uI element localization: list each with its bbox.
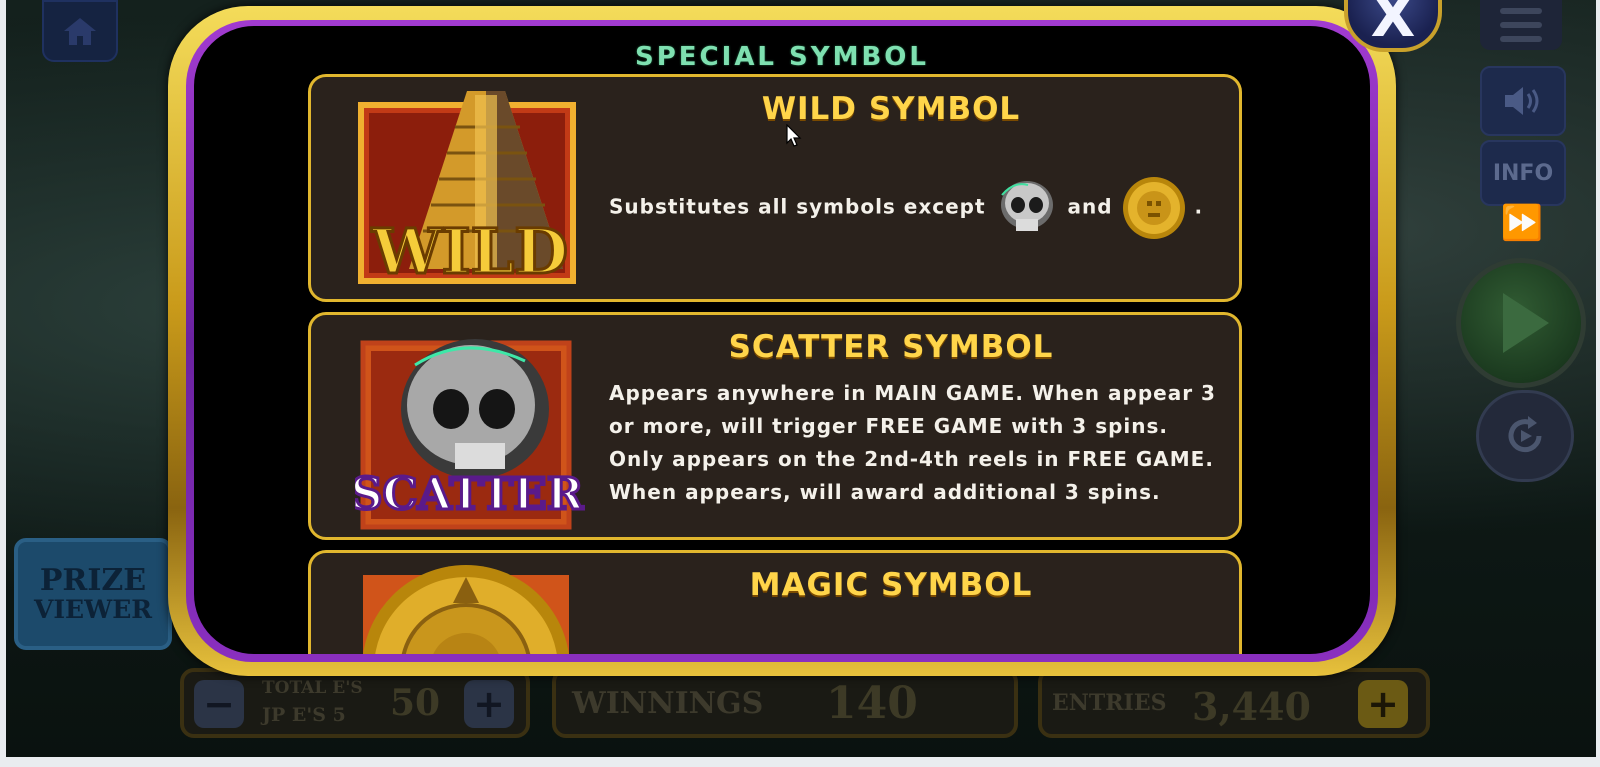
modal-content[interactable]: SPECIAL SYMBOL WILD WILD SYMBOL Substitu… (194, 26, 1370, 654)
wild-text-end: . (1194, 194, 1204, 219)
entries-panel: ENTRIES 3,440 + (1038, 668, 1430, 738)
scatter-line-3: Only appears on the 2nd-4th reels in FRE… (609, 447, 1214, 471)
scatter-symbol-description: Appears anywhere in MAIN GAME. When appe… (609, 377, 1216, 509)
modal-border: SPECIAL SYMBOL WILD WILD SYMBOL Substitu… (186, 20, 1378, 662)
autoplay-button[interactable] (1476, 390, 1574, 482)
spin-play-button[interactable] (1456, 258, 1586, 388)
entries-value: 3,440 (1192, 684, 1311, 729)
menu-button[interactable] (1480, 0, 1562, 50)
winnings-label: WINNINGS (572, 686, 764, 721)
wild-text-before: Substitutes all symbols except (609, 194, 986, 219)
bottom-bar: − TOTAL E'S JP E'S 5 50 + WINNINGS 140 E… (180, 668, 1430, 744)
total-bet-panel: − TOTAL E'S JP E'S 5 50 + (180, 668, 530, 738)
winnings-panel: WINNINGS 140 (552, 668, 1018, 738)
prize-viewer-button[interactable]: PRIZE VIEWER (14, 538, 172, 650)
scatter-line-2: or more, will trigger FREE GAME with 3 s… (609, 414, 1169, 438)
screen-edge-bottom (0, 757, 1600, 767)
wild-symbol-card: WILD WILD SYMBOL Substitutes all symbols… (308, 74, 1242, 302)
cursor-icon (786, 124, 802, 147)
special-symbol-modal: SPECIAL SYMBOL WILD WILD SYMBOL Substitu… (168, 6, 1396, 676)
magic-symbol-card: MAGIC SYMBOL (308, 550, 1242, 654)
gold-coin-icon (1122, 177, 1185, 239)
info-button[interactable]: INFO (1480, 140, 1566, 206)
menu-icon (1500, 8, 1542, 14)
menu-icon-bar (1500, 36, 1542, 42)
total-label: TOTAL E'S (262, 678, 363, 698)
home-icon (64, 18, 96, 45)
home-button[interactable] (42, 0, 118, 62)
winnings-value: 140 (826, 678, 918, 729)
scatter-line-4: When appears, will award additional 3 sp… (609, 480, 1161, 504)
entries-label: ENTRIES (1052, 690, 1167, 716)
scatter-symbol-word: SCATTER (355, 469, 584, 520)
total-value: 50 (390, 682, 441, 724)
magic-coin-icon (363, 565, 569, 654)
wild-symbol-word: WILD (371, 215, 568, 287)
decrease-bet-button[interactable]: − (194, 680, 244, 728)
modal-heading: SPECIAL SYMBOL (635, 42, 929, 72)
increase-bet-button[interactable]: + (464, 680, 514, 728)
close-icon: X (1370, 0, 1416, 50)
menu-icon-bar (1500, 22, 1542, 28)
screen-edge-left (0, 0, 6, 767)
play-icon (1503, 293, 1549, 353)
magic-symbol-title: MAGIC SYMBOL (749, 567, 1033, 603)
jackpot-label: JP E'S 5 (262, 704, 346, 726)
wild-symbol-description: Substitutes all symbols except and . (609, 175, 1203, 241)
fast-forward-icon[interactable]: ⏩ (1492, 205, 1552, 241)
scatter-skull-icon: SCATTER (355, 339, 585, 530)
add-entries-button[interactable]: + (1358, 680, 1408, 728)
prize-viewer-line2: VIEWER (33, 594, 153, 624)
speaker-icon (1505, 87, 1539, 115)
scatter-symbol-title: SCATTER SYMBOL (728, 329, 1054, 365)
scatter-line-1: Appears anywhere in MAIN GAME. When appe… (609, 381, 1216, 405)
autoplay-icon (1508, 416, 1542, 453)
prize-viewer-line1: PRIZE (39, 563, 147, 599)
screen-edge-right (1596, 0, 1600, 767)
wild-text-and: and (1067, 194, 1113, 219)
sound-button[interactable] (1480, 66, 1566, 136)
wild-pyramid-icon: WILD (358, 91, 576, 287)
scatter-symbol-card: SCATTER SCATTER SYMBOL Appears anywhere … (308, 312, 1242, 540)
skull-icon (1000, 181, 1053, 231)
wild-symbol-title: WILD SYMBOL (761, 91, 1021, 127)
